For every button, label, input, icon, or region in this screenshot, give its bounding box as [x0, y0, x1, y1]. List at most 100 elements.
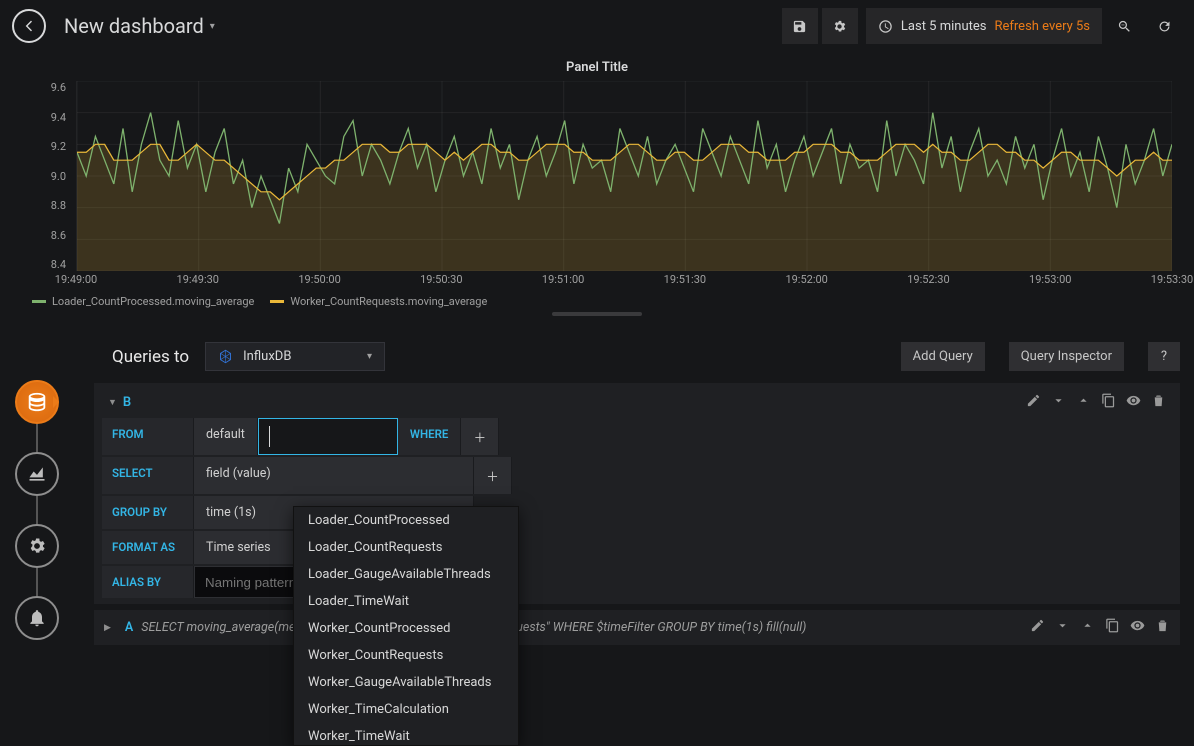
tab-visualization[interactable] [15, 452, 59, 496]
panel-editor: Queries to InfluxDB ▾ Add Query Query In… [0, 328, 1194, 728]
help-button[interactable]: ? [1148, 342, 1180, 371]
gear-icon [27, 536, 47, 556]
dropdown-item[interactable]: Loader_CountRequests [294, 534, 518, 561]
add-select-button[interactable]: ＋ [474, 457, 512, 494]
legend: Loader_CountProcessed.moving_average Wor… [10, 289, 1184, 312]
query-editor-a[interactable]: ▶ A SELECT moving_average(mean("value"),… [94, 610, 1180, 645]
arrow-left-icon [21, 18, 37, 34]
editor-body: Queries to InfluxDB ▾ Add Query Query In… [80, 328, 1194, 728]
queries-to-label: Queries to [112, 347, 189, 367]
alias-row: ALIAS BY [102, 566, 1172, 598]
bell-icon [27, 608, 47, 628]
move-down-button[interactable] [1051, 393, 1066, 412]
tab-alert[interactable] [15, 596, 59, 640]
query-inspector-button[interactable]: Query Inspector [1009, 342, 1124, 371]
caret-down-icon: ▾ [367, 351, 372, 362]
delete-query-button[interactable] [1155, 618, 1170, 637]
add-query-button[interactable]: Add Query [901, 342, 985, 371]
tab-connector [36, 496, 38, 524]
dropdown-item[interactable]: Loader_GaugeAvailableThreads [294, 561, 518, 588]
save-button[interactable] [782, 8, 818, 44]
query-header-row[interactable]: ▼ B [102, 389, 1172, 416]
pencil-icon [1030, 618, 1045, 633]
move-up-button[interactable] [1076, 393, 1091, 412]
legend-item[interactable]: Worker_CountRequests.moving_average [270, 295, 487, 308]
database-icon [26, 391, 48, 413]
groupby-label: GROUP BY [102, 496, 194, 529]
clock-icon [878, 19, 893, 34]
add-where-button[interactable]: ＋ [461, 418, 499, 455]
tab-general[interactable] [15, 524, 59, 568]
collapse-caret-icon: ▼ [108, 397, 117, 408]
refresh-icon [1157, 19, 1172, 34]
format-row: FORMAT AS Time series [102, 531, 1172, 564]
groupby-row: GROUP BY time (1s) [102, 496, 1172, 529]
measurement-input[interactable] [258, 418, 398, 455]
query-letter: B [123, 395, 131, 410]
arrow-up-icon [1076, 393, 1091, 408]
from-row: FROM default WHERE ＋ [102, 418, 1172, 455]
trash-icon [1155, 618, 1170, 633]
datasource-select[interactable]: InfluxDB ▾ [205, 342, 385, 371]
editor-side-tabs [12, 380, 62, 640]
panel-title: Panel Title [10, 56, 1184, 81]
datasource-name: InfluxDB [243, 349, 357, 364]
dropdown-item[interactable]: Worker_CountRequests [294, 642, 518, 669]
pencil-icon [1026, 393, 1041, 408]
expand-caret-icon: ▶ [104, 623, 111, 633]
select-row: SELECT field (value) ＋ [102, 457, 1172, 494]
time-picker[interactable]: Last 5 minutes Refresh every 5s [866, 8, 1102, 44]
eye-icon [1130, 618, 1145, 633]
save-icon [792, 19, 807, 34]
refresh-button[interactable] [1146, 8, 1182, 44]
dropdown-item[interactable]: Worker_GaugeAvailableThreads [294, 669, 518, 696]
select-field-segment[interactable]: field (value) [194, 457, 474, 494]
zoom-out-icon [1117, 19, 1132, 34]
dropdown-item[interactable]: Worker_CountProcessed [294, 615, 518, 642]
legend-label: Loader_CountProcessed.moving_average [52, 295, 254, 308]
edit-query-button[interactable] [1026, 393, 1041, 412]
chart-area[interactable]: 9.69.49.29.08.88.68.4 19:49:0019:49:3019… [30, 81, 1184, 289]
arrow-down-icon [1055, 618, 1070, 633]
measurement-dropdown[interactable]: Loader_CountProcessedLoader_CountRequest… [293, 506, 519, 746]
gear-icon [832, 19, 847, 34]
edit-query-button[interactable] [1030, 618, 1045, 637]
caret-down-icon: ▾ [210, 21, 215, 32]
delete-query-button[interactable] [1151, 393, 1166, 412]
dashboard-title: New dashboard [64, 14, 204, 38]
settings-button[interactable] [822, 8, 858, 44]
query-row-actions [1026, 393, 1166, 412]
zoom-out-button[interactable] [1106, 8, 1142, 44]
dropdown-item[interactable]: Worker_TimeWait [294, 723, 518, 746]
legend-swatch [32, 300, 46, 303]
query-letter: A [125, 620, 133, 635]
dropdown-item[interactable]: Worker_TimeCalculation [294, 696, 518, 723]
from-policy-segment[interactable]: default [194, 418, 258, 455]
duplicate-button[interactable] [1101, 393, 1116, 412]
resize-handle[interactable] [552, 312, 642, 316]
dropdown-item[interactable]: Loader_CountProcessed [294, 507, 518, 534]
move-up-button[interactable] [1080, 618, 1095, 637]
plot-svg [77, 81, 1172, 271]
chart-area-icon [27, 464, 47, 484]
toggle-visibility-button[interactable] [1130, 618, 1145, 637]
arrow-down-icon [1051, 393, 1066, 408]
graph-panel: Panel Title 9.69.49.29.08.88.68.4 19:49:… [10, 56, 1184, 316]
legend-item[interactable]: Loader_CountProcessed.moving_average [32, 295, 254, 308]
toggle-visibility-button[interactable] [1126, 393, 1141, 412]
eye-icon [1126, 393, 1141, 408]
dashboard-title-dropdown[interactable]: New dashboard ▾ [64, 14, 215, 38]
copy-icon [1101, 393, 1116, 408]
alias-label: ALIAS BY [102, 566, 194, 598]
dropdown-item[interactable]: Loader_TimeWait [294, 588, 518, 615]
back-button[interactable] [12, 9, 46, 43]
arrow-up-icon [1080, 618, 1095, 633]
influxdb-icon [218, 349, 233, 364]
query-summary-text: SELECT moving_average(mean("value"), 10)… [141, 620, 1014, 635]
query-row-actions [1030, 618, 1170, 637]
queries-header: Queries to InfluxDB ▾ Add Query Query In… [94, 328, 1180, 383]
navbar: New dashboard ▾ Last 5 minutes Refresh e… [0, 0, 1194, 52]
tab-queries[interactable] [15, 380, 59, 424]
duplicate-button[interactable] [1105, 618, 1120, 637]
move-down-button[interactable] [1055, 618, 1070, 637]
